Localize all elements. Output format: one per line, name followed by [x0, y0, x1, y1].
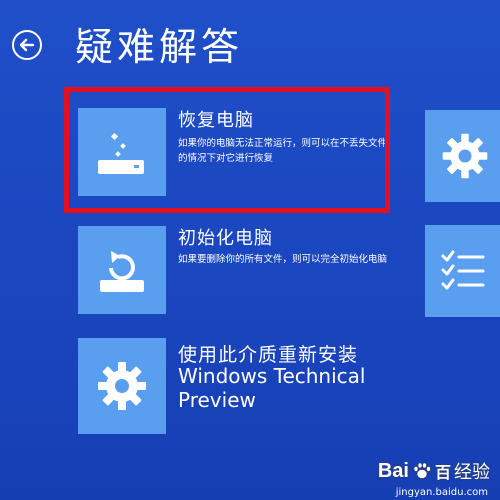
side-tile-settings[interactable] [425, 110, 500, 202]
option-reinstall-subtitle-2: Preview [178, 388, 256, 412]
reset-pc-tile [78, 226, 166, 314]
option-reset-pc[interactable]: 初始化电脑 如果要删除你的所有文件，则可以完全初始化电脑 [74, 222, 387, 322]
paw-icon [413, 462, 431, 479]
watermark-brand-part1: Bai [377, 459, 409, 482]
back-button[interactable] [12, 30, 42, 60]
reset-pc-icon [100, 251, 144, 292]
option-reset-pc-title: 初始化电脑 [178, 228, 273, 249]
option-reinstall-title: 使用此介质重新安装 [178, 344, 359, 366]
watermark-url: jingyan.baidu.com [395, 487, 488, 498]
gear-icon [98, 362, 146, 410]
watermark-brand-part2: 百 [434, 465, 451, 482]
watermark-label: 经验 [454, 462, 490, 483]
highlight-box [64, 87, 390, 213]
side-tile-startup-settings[interactable] [425, 225, 500, 317]
reinstall-tile [78, 338, 166, 434]
back-arrow-icon [19, 38, 35, 52]
option-reinstall[interactable]: 使用此介质重新安装 Windows Technical Preview [74, 334, 384, 444]
checklist-icon [441, 250, 485, 290]
option-reset-pc-description: 如果要删除你的所有文件，则可以完全初始化电脑 [178, 254, 388, 265]
page-title: 疑难解答 [75, 25, 244, 69]
option-reinstall-subtitle-1: Windows Technical [178, 364, 366, 388]
baidu-jingyan-watermark: Bai 百 经验 [378, 458, 490, 484]
gear-icon [442, 133, 488, 179]
